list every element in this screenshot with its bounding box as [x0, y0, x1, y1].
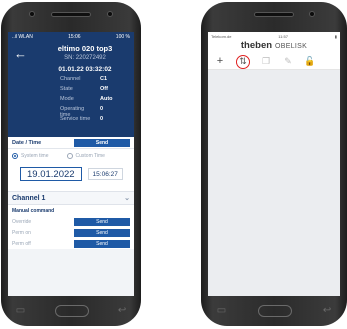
info-value: 0 — [100, 106, 104, 112]
back-nav-icon[interactable]: ↩ — [118, 306, 126, 316]
command-row-perm-on: Perm on Send — [8, 227, 134, 238]
stage: ..il WLAN 15:06 100 % ← eltimo 020 top3 … — [0, 0, 347, 329]
info-value: Off — [100, 86, 108, 92]
status-battery: 100 % — [115, 33, 130, 40]
pencil-icon[interactable]: ✎ — [282, 56, 294, 68]
device-list-area — [208, 70, 340, 296]
info-key: Mode — [60, 96, 74, 102]
device-serial: SN: 220272492 — [64, 55, 106, 61]
info-key: State — [60, 86, 73, 92]
front-camera — [29, 11, 35, 17]
device-name: eltimo 020 top3 — [57, 44, 113, 53]
date-time-fields: 19.01.2022 15:06:27 — [8, 163, 134, 185]
recents-icon[interactable]: ▭ — [16, 306, 25, 316]
sensor — [107, 11, 113, 17]
info-value: 0 — [100, 116, 104, 122]
back-nav-icon[interactable]: ↩ — [323, 306, 331, 316]
channel-header[interactable]: Channel 1 ⌄ — [8, 191, 134, 205]
channel-title: Channel 1 — [12, 194, 46, 202]
manual-command-title: Manual command — [8, 205, 134, 216]
date-field[interactable]: 19.01.2022 — [20, 167, 82, 181]
chevron-down-icon[interactable]: ⌄ — [124, 194, 130, 202]
home-button[interactable] — [257, 305, 292, 317]
override-send-button[interactable]: Send — [74, 217, 130, 226]
perm-off-send-button[interactable]: Send — [74, 239, 130, 248]
front-camera — [309, 11, 315, 17]
command-label: Override — [12, 218, 32, 225]
copy-icon[interactable]: ❐ — [260, 56, 272, 68]
custom-time-radio[interactable] — [66, 153, 73, 159]
home-button[interactable] — [54, 305, 89, 317]
info-key: Channel — [60, 76, 81, 82]
command-label: Perm on — [12, 229, 31, 236]
time-source-options: System time Custom Time — [8, 149, 134, 163]
ios-status-bar: Telekom.de 11:57 ▮ — [208, 32, 340, 40]
time-field[interactable]: 15:06:27 — [87, 168, 123, 180]
system-time-radio[interactable] — [12, 153, 18, 159]
status-carrier: ..il WLAN — [12, 33, 33, 40]
command-row-override: Override Send — [8, 216, 134, 227]
product-name: OBELISK — [275, 43, 308, 50]
iphone-bottom-bar: ▭ ↩ — [201, 302, 347, 320]
info-value: Auto — [100, 96, 113, 102]
android-screen: ..il WLAN 15:06 100 % ← eltimo 020 top3 … — [8, 32, 134, 296]
custom-time-label: Custom Time — [75, 153, 105, 159]
perm-on-send-button[interactable]: Send — [74, 228, 130, 237]
android-status-bar: ..il WLAN 15:06 100 % — [8, 32, 134, 41]
date-time-send-button[interactable]: Send — [74, 138, 130, 147]
device-datetime: 01.01.22 03:32:02 — [58, 66, 112, 73]
plus-icon[interactable]: + — [214, 56, 226, 68]
command-row-perm-off: Perm off Send — [8, 238, 134, 249]
system-time-label: System time — [21, 153, 49, 159]
info-value: C1 — [100, 76, 108, 82]
recents-icon[interactable]: ▭ — [217, 306, 226, 316]
info-key: Service time — [60, 116, 91, 122]
theben-logo: theben — [240, 40, 273, 51]
status-time: 11:57 — [278, 33, 288, 39]
android-phone: ..il WLAN 15:06 100 % ← eltimo 020 top3 … — [1, 2, 141, 326]
device-header: ← eltimo 020 top3 SN: 220272492 01.01.22… — [8, 41, 134, 137]
earpiece — [51, 12, 91, 17]
transfer-icon[interactable]: ⇅ — [236, 54, 250, 69]
date-time-title: Date / Time — [12, 139, 42, 146]
android-nav-bar: ▭ ↩ — [1, 302, 141, 320]
date-time-row: Date / Time Send — [8, 137, 134, 149]
status-carrier: Telekom.de — [211, 33, 232, 39]
command-label: Perm off — [12, 240, 31, 247]
iphone-screen: Telekom.de 11:57 ▮ theben OBELISK + ⇅ ❐ … — [208, 32, 340, 296]
back-arrow-icon[interactable]: ← — [14, 47, 27, 60]
brand-header: theben OBELISK — [208, 40, 340, 54]
iphone: Telekom.de 11:57 ▮ theben OBELISK + ⇅ ❐ … — [201, 2, 347, 326]
toolbar: + ⇅ ❐ ✎ 🔓 — [208, 54, 340, 70]
status-time: 15:06 — [68, 33, 81, 40]
lock-icon[interactable]: 🔓 — [304, 56, 316, 68]
earpiece — [254, 12, 294, 17]
status-battery-icon: ▮ — [334, 33, 337, 39]
